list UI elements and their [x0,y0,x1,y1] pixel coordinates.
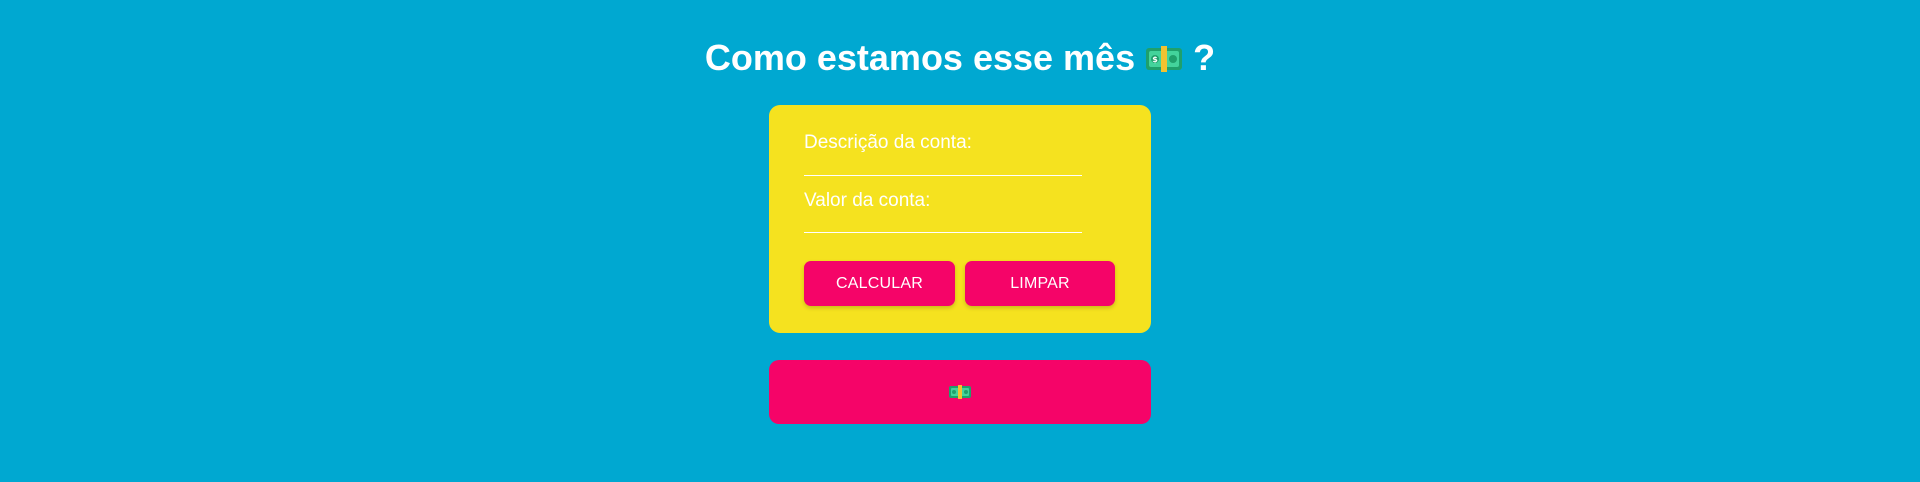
page-title: Como estamos esse mês $ ? [0,36,1920,80]
bill-form-card: Descrição da conta: Valor da conta: CALC… [769,105,1151,333]
value-underline [804,232,1082,233]
svg-text:$: $ [1152,55,1158,64]
result-panel [769,360,1151,424]
description-underline [804,175,1082,176]
money-bill-icon: $ [1146,46,1183,72]
money-bill-icon [949,385,971,399]
description-label: Descrição da conta: [804,132,972,153]
page-title-text: Como estamos esse mês [704,37,1136,78]
clear-button[interactable]: LIMPAR [965,261,1115,306]
value-label: Valor da conta: [804,190,931,211]
value-input[interactable] [804,210,1082,232]
calculate-button[interactable]: CALCULAR [804,261,955,306]
page-title-suffix: ? [1193,37,1216,78]
